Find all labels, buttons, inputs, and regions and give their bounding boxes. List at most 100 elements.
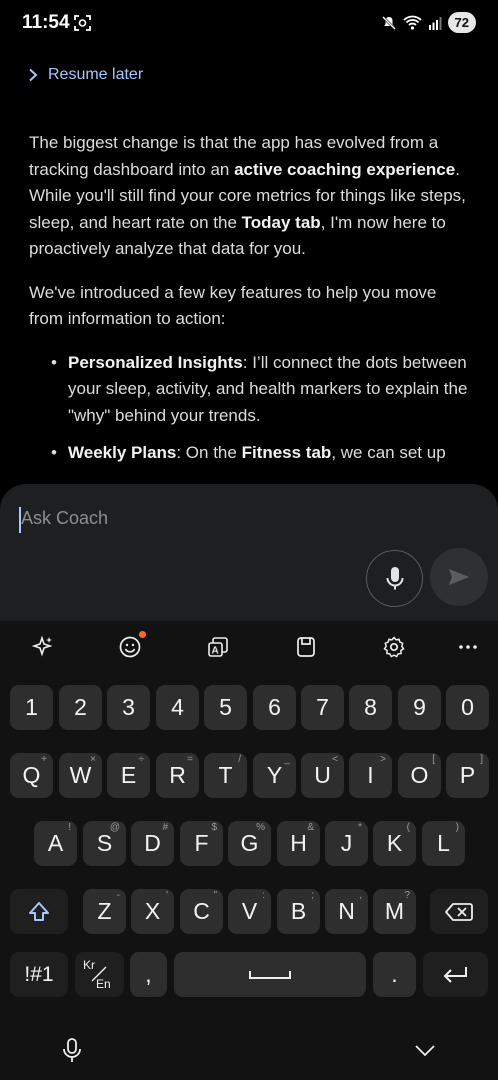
key-l[interactable]: L) [422, 821, 465, 866]
key-5[interactable]: 5 [204, 685, 247, 730]
key-y[interactable]: Y _ [253, 753, 296, 798]
list-item: Personalized Insights: I’ll connect the … [51, 350, 469, 430]
key-secondary: @ [109, 822, 120, 833]
key-n[interactable]: N, [325, 889, 368, 934]
ask-coach-input[interactable]: Ask Coach [21, 508, 108, 529]
key-label: E [120, 762, 137, 788]
key-secondary: - [116, 890, 120, 901]
keyboard: A 1 2 3 4 5 6 7 8 9 0 Q + W × E ÷ R = T / Y _ … [0, 621, 498, 1080]
key-label: V [241, 898, 258, 924]
emoji-icon[interactable] [112, 629, 148, 665]
key-g[interactable]: G% [228, 821, 271, 866]
voice-typing-icon[interactable] [62, 1038, 82, 1064]
resume-later-link[interactable]: Resume later [28, 66, 143, 84]
key-b[interactable]: B; [277, 889, 320, 934]
key-w[interactable]: W × [59, 753, 102, 798]
key-secondary: % [256, 822, 265, 833]
settings-icon[interactable] [376, 629, 412, 665]
status-bar: 11:54 72 [0, 0, 498, 48]
key-o[interactable]: O[ [398, 753, 441, 798]
key-secondary: ÷ [138, 754, 145, 765]
key-0[interactable]: 0 [446, 685, 489, 730]
key-q[interactable]: Q + [10, 753, 53, 798]
key-3[interactable]: 3 [107, 685, 150, 730]
key-label: R [169, 762, 186, 788]
key-label: H [290, 830, 307, 856]
key-4[interactable]: 4 [156, 685, 199, 730]
key-label: S [96, 830, 113, 856]
language-switch-key[interactable]: Kr En [75, 952, 124, 997]
enter-key[interactable] [423, 952, 488, 997]
shift-key[interactable] [10, 889, 68, 934]
key-v[interactable]: V: [228, 889, 271, 934]
key-secondary: * [358, 822, 362, 833]
key-7[interactable]: 7 [301, 685, 344, 730]
key-x[interactable]: X ' [131, 889, 174, 934]
key-9[interactable]: 9 [398, 685, 441, 730]
key-secondary: ; [311, 890, 314, 901]
send-button[interactable] [430, 548, 488, 606]
key-m[interactable]: M? [373, 889, 416, 934]
key-e[interactable]: E ÷ [107, 753, 150, 798]
symbols-key[interactable]: !#1 [10, 952, 68, 997]
key-c[interactable]: C " [180, 889, 223, 934]
send-icon [449, 569, 469, 585]
key-secondary: , [359, 890, 362, 901]
key-k[interactable]: K( [373, 821, 416, 866]
sparkle-icon[interactable] [25, 629, 61, 665]
key-secondary: : [262, 890, 265, 901]
key-label: A [47, 830, 64, 856]
key-label: W [69, 762, 92, 788]
more-icon[interactable] [450, 629, 486, 665]
key-label: D [144, 830, 161, 856]
key-s[interactable]: S @ [83, 821, 126, 866]
key-a[interactable]: A! [34, 821, 77, 866]
key-secondary: # [162, 822, 168, 833]
key-secondary: = [187, 754, 193, 765]
key-label: J [340, 830, 353, 856]
key-1[interactable]: 1 [10, 685, 53, 730]
key-6[interactable]: 6 [253, 685, 296, 730]
comma-key[interactable]: , [130, 952, 167, 997]
clipboard-icon[interactable] [288, 629, 324, 665]
microphone-icon [386, 566, 403, 589]
space-key[interactable] [174, 952, 366, 997]
key-label: U [314, 762, 331, 788]
translate-icon[interactable]: A [200, 629, 236, 665]
key-r[interactable]: R = [156, 753, 199, 798]
key-j[interactable]: J * [325, 821, 368, 866]
message-paragraph: The biggest change is that the app has e… [29, 130, 469, 263]
key-secondary: + [41, 754, 47, 765]
key-label: F [194, 830, 209, 856]
key-secondary: × [90, 754, 96, 765]
key-2[interactable]: 2 [59, 685, 102, 730]
key-secondary: ( [406, 822, 410, 833]
key-label: O [410, 762, 429, 788]
key-secondary: ) [455, 822, 459, 833]
key-secondary: $ [211, 822, 217, 833]
keyboard-toolbar: A [0, 621, 498, 673]
backspace-key[interactable] [430, 889, 488, 934]
key-h[interactable]: H & [277, 821, 320, 866]
key-i[interactable]: I > [349, 753, 392, 798]
period-key[interactable]: . [373, 952, 416, 997]
clock: 11:54 [22, 12, 70, 33]
resume-later-label: Resume later [48, 66, 144, 83]
key-z[interactable]: Z- [83, 889, 126, 934]
key-d[interactable]: D # [131, 821, 174, 866]
key-label: G [240, 830, 259, 856]
key-8[interactable]: 8 [349, 685, 392, 730]
space-bar-icon [249, 970, 291, 979]
key-label: Q [22, 762, 41, 788]
shift-arrow-icon [29, 901, 49, 921]
key-label: B [290, 898, 307, 924]
bold-span: Personalized Insights [68, 352, 243, 372]
backspace-icon [445, 902, 473, 921]
svg-text:A: A [212, 646, 219, 657]
key-u[interactable]: U < [301, 753, 344, 798]
key-p[interactable]: P] [446, 753, 489, 798]
voice-input-button[interactable] [366, 550, 423, 607]
key-t[interactable]: T / [204, 753, 247, 798]
key-f[interactable]: F $ [180, 821, 223, 866]
hide-keyboard-icon[interactable] [414, 1044, 436, 1057]
